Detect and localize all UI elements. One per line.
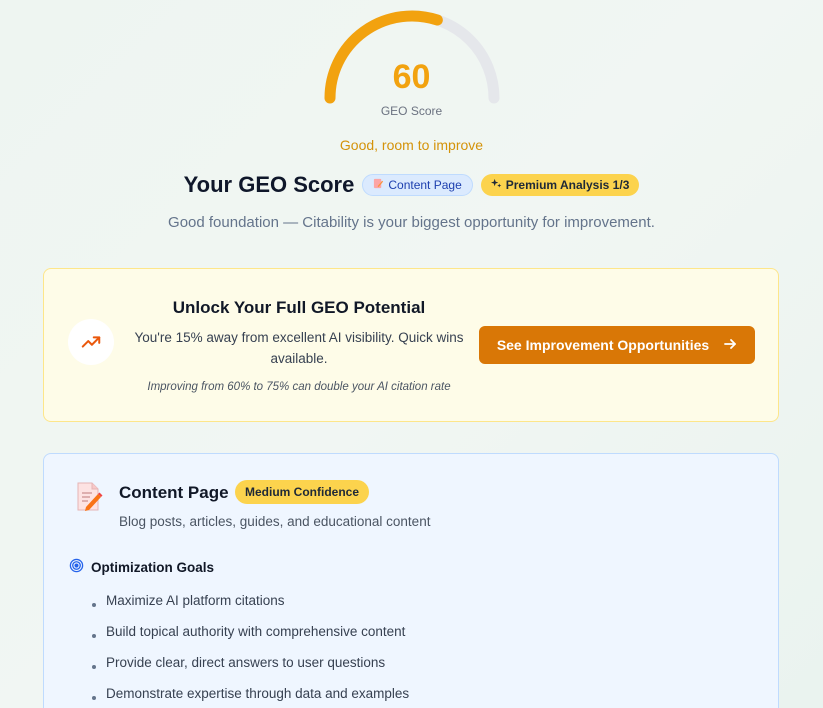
optimization-goals-header: Optimization Goals xyxy=(69,558,214,576)
goal-text: Provide clear, direct answers to user qu… xyxy=(106,655,386,670)
list-item: Provide clear, direct answers to user qu… xyxy=(92,647,409,678)
score-value: 60 xyxy=(392,58,431,96)
premium-analysis-badge: Premium Analysis 1/3 xyxy=(480,174,640,196)
bullet-icon xyxy=(92,602,96,607)
unlock-title: Unlock Your Full GEO Potential xyxy=(172,298,426,317)
premium-analysis-label: Premium Analysis 1/3 xyxy=(505,178,630,192)
arrow-right-icon xyxy=(723,337,737,354)
list-item: Maximize AI platform citations xyxy=(92,585,409,616)
document-edit-icon xyxy=(373,178,384,192)
confidence-badge: Medium Confidence xyxy=(235,480,370,504)
score-caption: GEO Score xyxy=(380,104,443,118)
page-title: Your GEO Score xyxy=(183,172,355,197)
unlock-note: Improving from 60% to 75% can double you… xyxy=(147,381,451,393)
score-status: Good, room to improve xyxy=(339,137,484,153)
cta-label: See Improvement Opportunities xyxy=(496,337,710,353)
bullet-icon xyxy=(92,633,96,638)
goal-text: Maximize AI platform citations xyxy=(106,593,285,608)
content-page-badge: Content Page xyxy=(362,174,473,196)
target-icon xyxy=(69,558,84,576)
optimization-goals-list: Maximize AI platform citations Build top… xyxy=(92,585,409,708)
see-improvement-opportunities-button[interactable]: See Improvement Opportunities xyxy=(479,326,755,364)
sparkles-icon xyxy=(490,178,502,192)
trending-up-icon xyxy=(68,319,114,365)
list-item: Build topical authority with comprehensi… xyxy=(92,616,409,647)
content-type-title: Content Page xyxy=(119,483,229,502)
bullet-icon xyxy=(92,664,96,669)
score-gauge: 60 GEO Score Good, room to improve xyxy=(0,0,823,160)
content-type-description: Blog posts, articles, guides, and educat… xyxy=(119,514,431,529)
goal-text: Build topical authority with comprehensi… xyxy=(106,624,406,639)
goal-text: Demonstrate expertise through data and e… xyxy=(106,686,410,701)
content-page-badge-label: Content Page xyxy=(388,178,462,192)
list-item: Demonstrate expertise through data and e… xyxy=(92,678,409,708)
unlock-potential-card: Unlock Your Full GEO Potential You're 15… xyxy=(43,268,779,422)
document-edit-icon xyxy=(74,481,104,518)
page-subtitle: Good foundation — Citability is your big… xyxy=(168,214,655,231)
title-row: Your GEO Score Content Page Premium Anal… xyxy=(0,172,823,198)
bullet-icon xyxy=(92,695,96,700)
content-type-card: Content Page Medium Confidence Blog post… xyxy=(43,453,779,708)
unlock-body: You're 15% away from excellent AI visibi… xyxy=(134,330,464,366)
optimization-goals-title: Optimization Goals xyxy=(91,559,215,575)
